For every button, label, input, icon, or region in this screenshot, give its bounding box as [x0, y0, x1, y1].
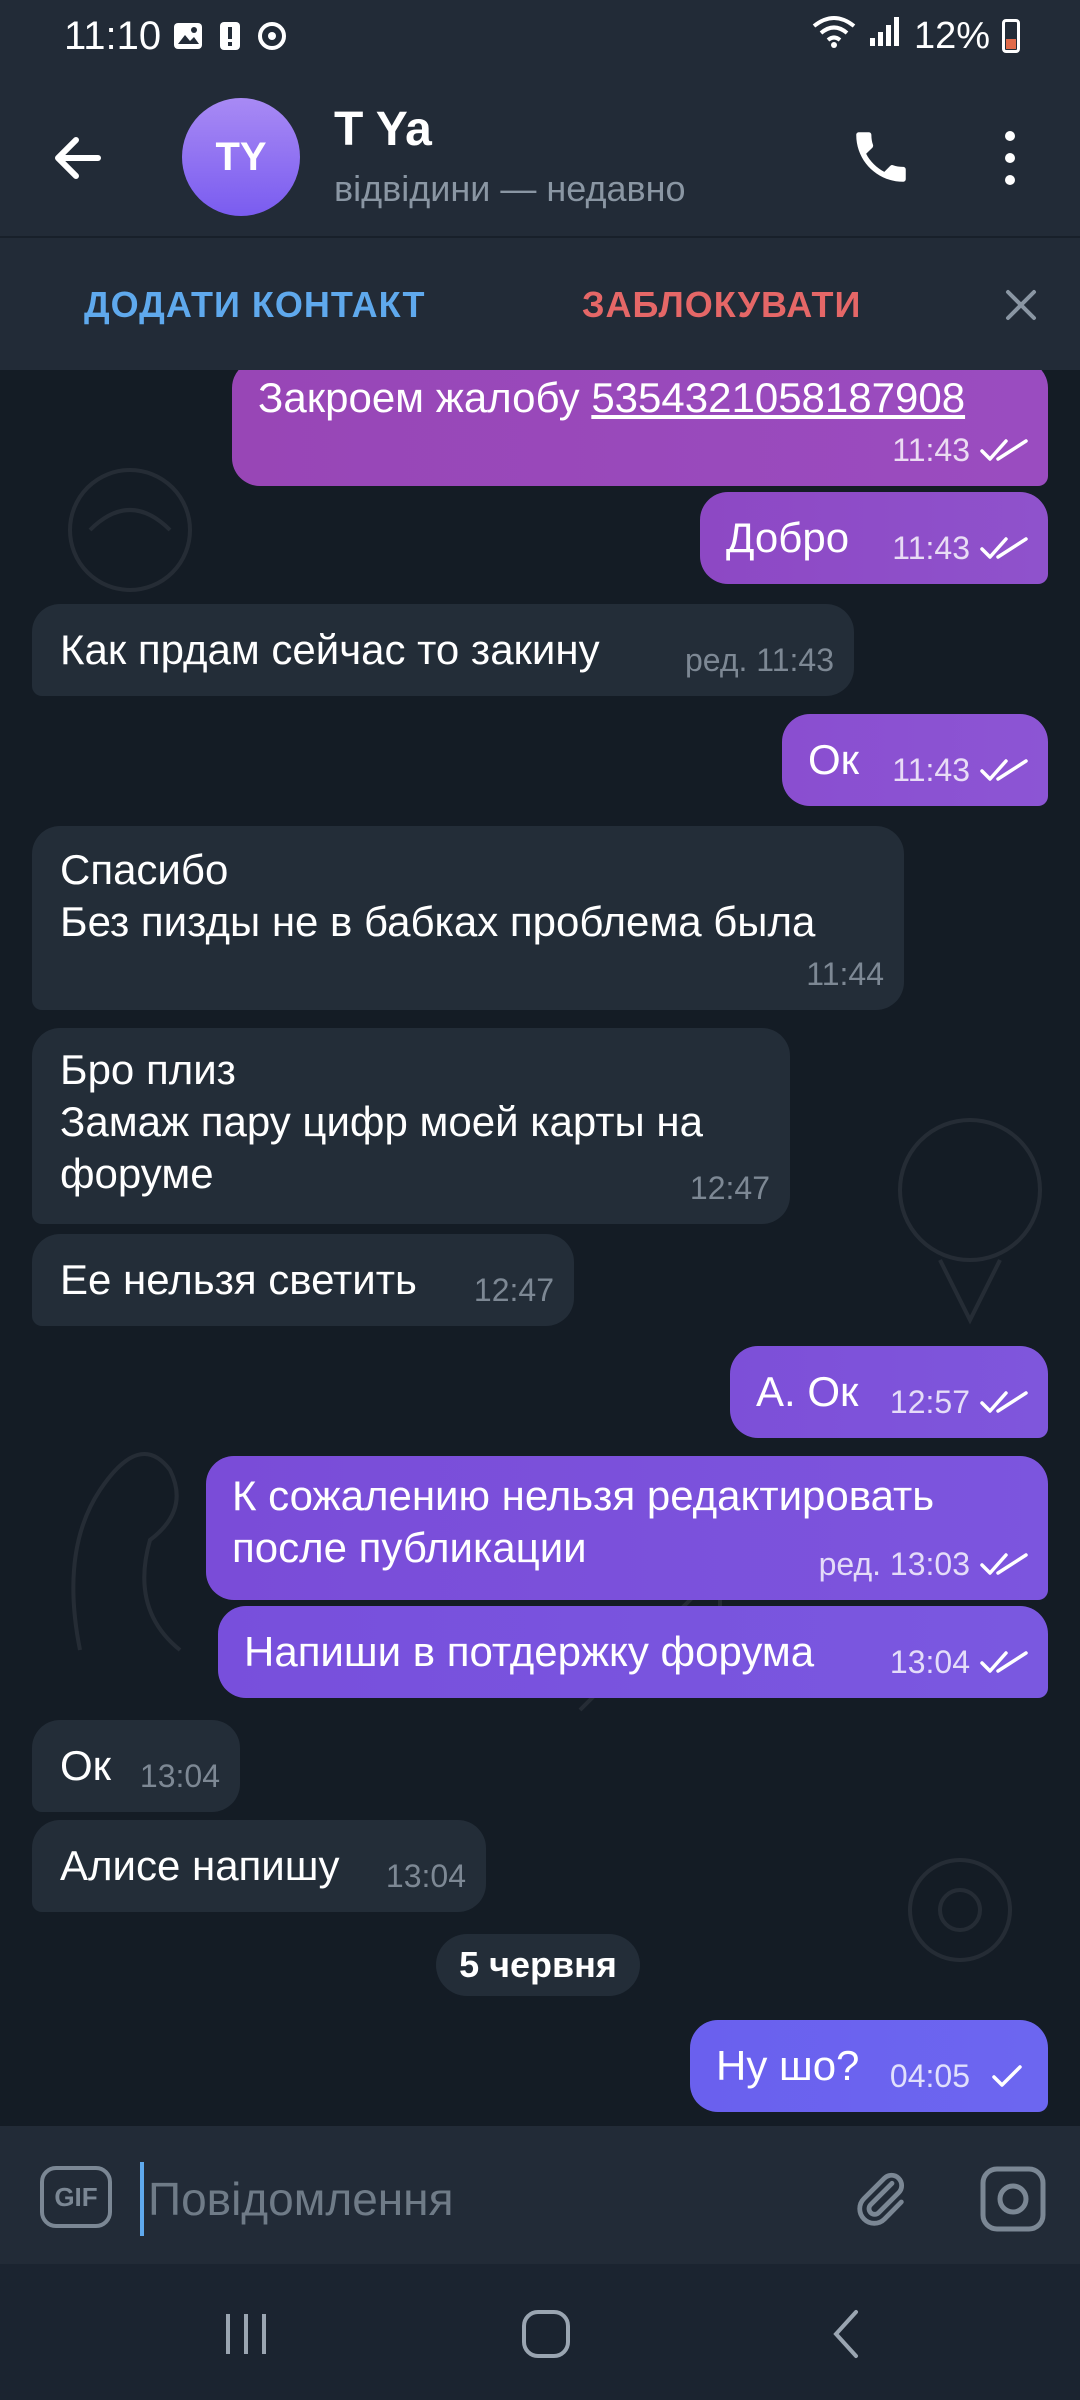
date-separator: 5 червня	[436, 1934, 640, 1996]
double-check-icon	[980, 1553, 1028, 1575]
battery-percent: 12%	[913, 14, 990, 57]
double-check-icon	[980, 439, 1028, 461]
contact-name[interactable]: T Ya	[334, 102, 432, 157]
message-time: 04:05	[889, 2058, 970, 2094]
card-number-link[interactable]: 5354321058187908	[591, 374, 965, 421]
more-options-button[interactable]	[990, 126, 1030, 190]
recent-apps-button[interactable]	[220, 2312, 272, 2356]
system-nav-bar	[0, 2264, 1080, 2400]
battery-icon	[1002, 19, 1020, 53]
call-button[interactable]	[848, 124, 914, 190]
gif-button[interactable]: GIF	[40, 2166, 112, 2228]
message-bubble-outgoing[interactable]: Закроем жалобу 5354321058187908 11:43	[232, 370, 1048, 486]
message-composer: GIF	[0, 2126, 1080, 2264]
contact-action-bar: ДОДАТИ КОНТАКТ ЗАБЛОКУВАТИ	[0, 236, 1080, 372]
message-bubble-outgoing[interactable]: Напиши в потдержку форума 13:04	[218, 1606, 1048, 1698]
image-notification-icon	[172, 20, 204, 57]
message-bubble-incoming[interactable]: Бро плиз Замаж пару цифр моей карты на ф…	[32, 1028, 790, 1224]
sync-notification-icon	[256, 20, 288, 57]
paperclip-icon	[857, 2172, 905, 2226]
phone-icon	[856, 132, 906, 182]
single-check-icon	[992, 2065, 1022, 2087]
message-bubble-outgoing[interactable]: К сожалению нельзя редактировать после п…	[206, 1456, 1048, 1600]
message-time: 11:44	[806, 956, 884, 992]
arrow-back-icon	[55, 137, 101, 179]
avatar-initials: TY	[215, 134, 267, 179]
background-doodle-icon	[71, 1452, 182, 1652]
wifi-icon	[812, 14, 856, 58]
message-bubble-outgoing[interactable]: А. Ок 12:57	[730, 1346, 1048, 1438]
double-check-icon	[980, 537, 1028, 559]
system-back-button[interactable]	[826, 2308, 866, 2360]
camera-icon	[980, 2166, 1046, 2232]
double-check-icon	[980, 759, 1028, 781]
avatar[interactable]: TY	[182, 98, 300, 216]
attach-button[interactable]	[848, 2162, 912, 2234]
status-bar: 11:10 12%	[0, 0, 1080, 78]
message-bubble-incoming[interactable]: Ее нельзя светить 12:47	[32, 1234, 574, 1326]
message-bubble-incoming[interactable]: Ок 13:04	[32, 1720, 240, 1812]
double-check-icon	[980, 1391, 1028, 1413]
background-doodle-icon	[908, 1858, 1012, 1962]
home-icon	[522, 2310, 570, 2358]
background-doodle-icon	[898, 1118, 1042, 1325]
message-bubble-incoming[interactable]: Алисе напишу 13:04	[32, 1820, 486, 1912]
double-check-icon	[980, 1651, 1028, 1673]
chat-area[interactable]: Закроем жалобу 5354321058187908 11:43 До…	[0, 370, 1080, 2126]
message-time: 12:47	[689, 1170, 770, 1206]
message-input[interactable]	[140, 2162, 830, 2236]
message-text: Закроем жалобу	[258, 374, 592, 421]
close-icon	[1006, 290, 1036, 320]
recent-apps-icon	[226, 2314, 266, 2354]
status-time: 11:10	[64, 14, 162, 58]
block-button[interactable]: ЗАБЛОКУВАТИ	[582, 284, 861, 326]
message-time: 13:04	[385, 1858, 466, 1894]
home-button[interactable]	[520, 2308, 572, 2360]
message-time: 11:43	[892, 752, 970, 788]
message-bubble-outgoing[interactable]: Ну шо? 04:05	[690, 2020, 1048, 2112]
message-text: Спасибо Без пизды не в бабках проблема б…	[60, 846, 816, 945]
add-contact-button[interactable]: ДОДАТИ КОНТАКТ	[84, 284, 425, 326]
message-time: 13:04	[889, 1644, 970, 1680]
close-action-bar-button[interactable]	[996, 280, 1046, 330]
message-bubble-incoming[interactable]: Как прдам сейчас то закину ред. 11:43	[32, 604, 854, 696]
contact-status: відвідини — недавно	[334, 168, 686, 209]
message-time: ред. 11:43	[684, 642, 834, 678]
message-time: 12:47	[473, 1272, 554, 1308]
chevron-left-icon	[833, 2310, 858, 2358]
alert-notification-icon	[218, 20, 242, 57]
signal-icon	[868, 14, 902, 58]
background-doodle-icon	[68, 468, 192, 592]
chat-header: TY T Ya відвідини — недавно	[0, 78, 1080, 236]
message-time: ред. 13:03	[818, 1546, 970, 1582]
message-text: Бро плиз Замаж пару цифр моей карты на ф…	[60, 1046, 703, 1197]
message-bubble-incoming[interactable]: Спасибо Без пизды не в бабках проблема б…	[32, 826, 904, 1010]
message-bubble-outgoing[interactable]: Добро 11:43	[700, 492, 1048, 584]
message-time: 12:57	[889, 1384, 970, 1420]
message-time: 13:04	[139, 1758, 220, 1794]
camera-button[interactable]	[978, 2164, 1048, 2234]
message-bubble-outgoing[interactable]: Ок 11:43	[782, 714, 1048, 806]
more-vertical-icon	[1005, 131, 1015, 185]
message-time: 11:43	[892, 530, 970, 566]
message-time: 11:43	[892, 432, 970, 468]
back-button[interactable]	[48, 128, 108, 188]
